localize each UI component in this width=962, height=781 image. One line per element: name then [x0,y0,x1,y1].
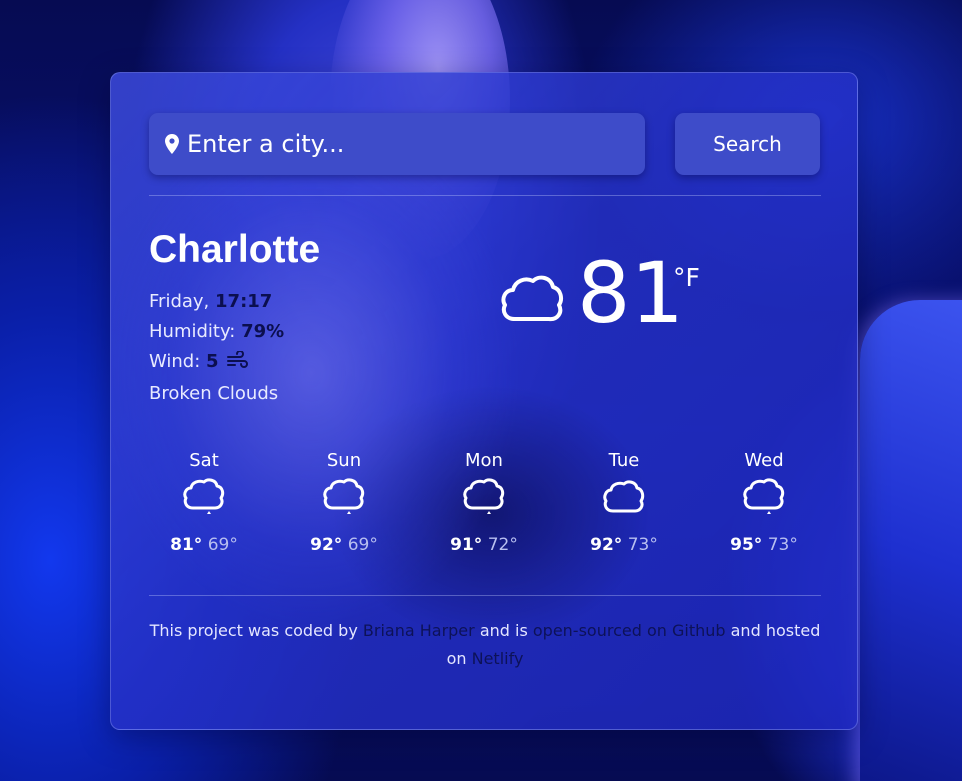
wind-label: Wind: [149,351,201,372]
weather-description: Broken Clouds [149,383,279,404]
forecast-low: 73° [627,535,658,555]
temperature-value: 81 [577,244,684,342]
forecast-high: 92° [590,535,623,555]
temperature-unit: °F [673,263,700,292]
search-input[interactable] [187,124,627,164]
cloud-icon [289,473,399,525]
footer: This project was coded by Briana Harper … [149,617,821,673]
forecast-day-name: Sat [189,450,219,471]
forecast-day-name: Mon [465,450,503,471]
forecast-day: Mon 91° 72° [429,449,539,557]
footer-text: and is [479,621,528,640]
forecast-high: 81° [170,535,203,555]
current-details: Friday, 17:17 Humidity: 79% Wind: 5 Brok… [149,287,284,409]
forecast-high: 92° [310,535,343,555]
forecast-day-name: Tue [608,450,640,471]
forecast-day: Sun 92° 69° [289,449,399,557]
wind-icon [227,349,249,379]
divider-top [149,195,821,196]
forecast: Sat 81° 69° Sun 92° 69° Mon 91° 72° Tue … [149,449,821,559]
location-pin-icon [165,133,179,155]
forecast-low: 73° [767,535,798,555]
humidity-value: 79% [241,321,285,342]
author-link[interactable]: Briana Harper [363,621,475,640]
weather-card: Search Charlotte Friday, 17:17 Humidity:… [110,72,858,730]
forecast-low: 69° [207,535,238,555]
date-time-row: Friday, 17:17 [149,287,284,317]
cloud-icon [569,473,679,525]
cloud-icon [709,473,819,525]
netlify-link[interactable]: Netlify [472,649,524,668]
city-name: Charlotte [149,228,321,271]
forecast-high: 91° [450,535,483,555]
forecast-low: 69° [347,535,378,555]
forecast-day: Wed 95° 73° [709,449,819,557]
humidity-label: Humidity: [149,321,236,342]
divider-bottom [149,595,821,596]
forecast-day: Tue 92° 73° [569,449,679,557]
forecast-day: Sat 81° 69° [149,449,259,557]
forecast-temps: 92° 73° [569,533,679,557]
search-button[interactable]: Search [675,113,820,175]
time-value: 17:17 [215,291,273,312]
day-label: Friday, [149,291,210,312]
forecast-temps: 81° 69° [149,533,259,557]
footer-text: This project was coded by [149,621,358,640]
forecast-temps: 91° 72° [429,533,539,557]
github-link[interactable]: open-sourced on Github [533,621,726,640]
forecast-high: 95° [730,535,763,555]
forecast-low: 72° [487,535,518,555]
search-field[interactable] [149,113,645,175]
search-form: Search [149,113,821,175]
wind-row: Wind: 5 [149,347,284,379]
forecast-temps: 95° 73° [709,533,819,557]
humidity-row: Humidity: 79% [149,317,284,347]
cloud-icon [429,473,539,525]
cloud-icon [149,473,259,525]
wind-value: 5 [206,351,219,372]
cloud-icon [499,273,565,329]
forecast-day-name: Sun [326,450,362,471]
forecast-day-name: Wed [744,450,784,471]
forecast-temps: 92° 69° [289,533,399,557]
